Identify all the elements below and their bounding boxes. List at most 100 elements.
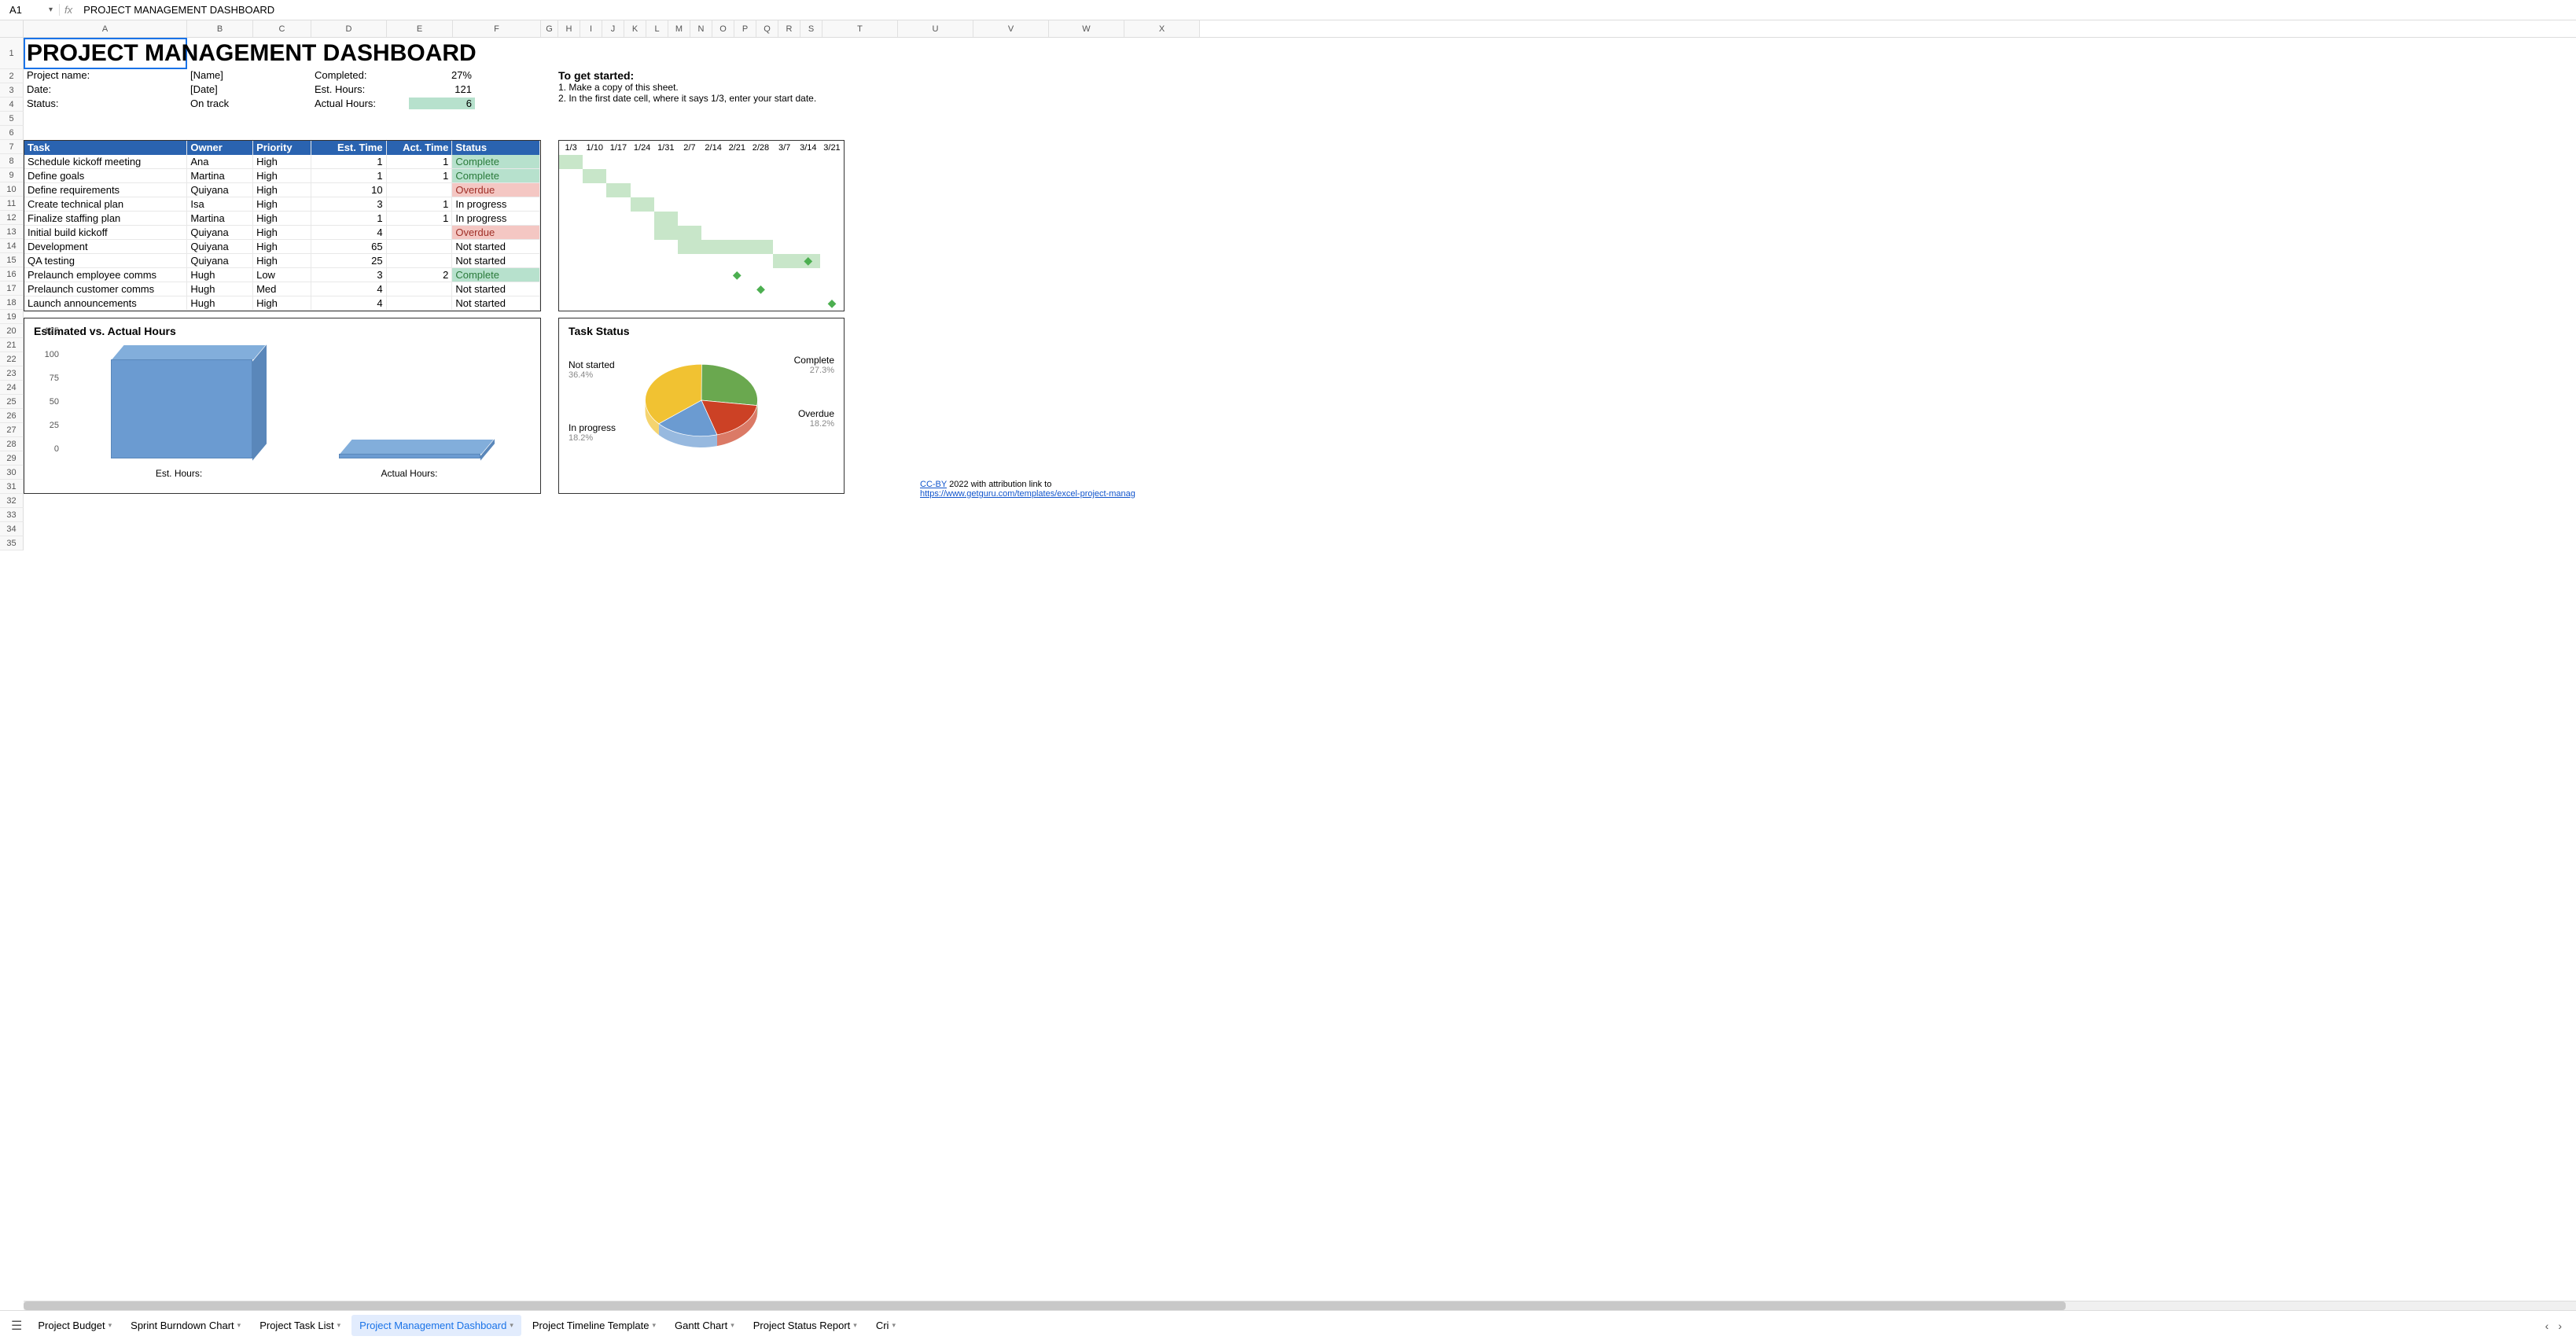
attribution-url-link[interactable]: https://www.getguru.com/templates/excel-… [920,489,1135,499]
column-header-K[interactable]: K [624,20,646,37]
row-header-35[interactable]: 35 [0,536,24,550]
gantt-cell [749,212,772,226]
column-header-G[interactable]: G [541,20,558,37]
row-header-17[interactable]: 17 [0,282,24,296]
table-row[interactable]: Initial build kickoffQuiyanaHigh4Overdue [24,226,540,240]
row-header-2[interactable]: 2 [0,69,24,83]
row-header-16[interactable]: 16 [0,267,24,282]
formula-input[interactable] [83,4,2573,16]
row-header-8[interactable]: 8 [0,154,24,168]
table-row[interactable]: DevelopmentQuiyanaHigh65Not started [24,240,540,254]
row-header-33[interactable]: 33 [0,508,24,522]
sheet-tab[interactable]: Cri▾ [868,1315,903,1336]
column-header-H[interactable]: H [558,20,580,37]
column-header-I[interactable]: I [580,20,602,37]
column-header-F[interactable]: F [453,20,541,37]
gantt-cell [701,212,725,226]
row-header-28[interactable]: 28 [0,437,24,451]
tab-scroll-left-icon[interactable]: ‹ [2545,1320,2549,1332]
row-header-30[interactable]: 30 [0,466,24,480]
table-row[interactable]: Define goalsMartinaHigh11Complete [24,169,540,183]
column-header-L[interactable]: L [646,20,668,37]
horizontal-scrollbar[interactable] [24,1301,2576,1310]
row-header-26[interactable]: 26 [0,409,24,423]
row-header-18[interactable]: 18 [0,296,24,310]
row-header-12[interactable]: 12 [0,211,24,225]
row-header-24[interactable]: 24 [0,381,24,395]
sheet-tab[interactable]: Gantt Chart▾ [667,1315,742,1336]
row-header-20[interactable]: 20 [0,324,24,338]
row-header-7[interactable]: 7 [0,140,24,154]
sheet-tab[interactable]: Project Task List▾ [252,1315,348,1336]
row-header-1[interactable]: 1 [0,38,24,69]
name-box[interactable]: A1 [3,4,42,16]
column-header-U[interactable]: U [898,20,973,37]
table-row[interactable]: Create technical planIsaHigh31In progres… [24,197,540,212]
task-cell: Not started [452,254,540,267]
column-header-S[interactable]: S [800,20,822,37]
column-header-M[interactable]: M [668,20,690,37]
sheet-tab[interactable]: Project Management Dashboard▾ [351,1315,521,1336]
table-row[interactable]: Launch announcementsHughHigh4Not started [24,296,540,311]
row-header-31[interactable]: 31 [0,480,24,494]
column-header-B[interactable]: B [187,20,253,37]
column-header-N[interactable]: N [690,20,712,37]
row-header-21[interactable]: 21 [0,338,24,352]
select-all-corner[interactable] [0,20,24,37]
column-header-J[interactable]: J [602,20,624,37]
gantt-cell [797,212,820,226]
row-header-22[interactable]: 22 [0,352,24,366]
task-header-2: Priority [253,141,311,155]
row-header-14[interactable]: 14 [0,239,24,253]
column-header-T[interactable]: T [822,20,898,37]
cells-area[interactable]: PROJECT MANAGEMENT DASHBOARD To get star… [24,38,2576,550]
table-row[interactable]: Prelaunch employee commsHughLow32Complet… [24,268,540,282]
column-header-V[interactable]: V [973,20,1049,37]
task-cell: 1 [387,155,453,168]
column-header-D[interactable]: D [311,20,387,37]
attribution-license-link[interactable]: CC-BY [920,480,947,489]
sheet-tab[interactable]: Sprint Burndown Chart▾ [123,1315,248,1336]
sheet-tab[interactable]: Project Timeline Template▾ [524,1315,664,1336]
column-header-C[interactable]: C [253,20,311,37]
task-header-0: Task [24,141,187,155]
all-sheets-menu-icon[interactable]: ☰ [6,1313,27,1338]
row-header-11[interactable]: 11 [0,197,24,211]
namebox-dropdown-icon[interactable]: ▾ [49,6,53,14]
task-cell: Prelaunch employee comms [24,268,187,282]
row-header-25[interactable]: 25 [0,395,24,409]
column-header-A[interactable]: A [24,20,187,37]
column-header-X[interactable]: X [1124,20,1200,37]
column-header-E[interactable]: E [387,20,453,37]
gantt-row [559,169,844,183]
row-header-4[interactable]: 4 [0,98,24,112]
table-row[interactable]: Schedule kickoff meetingAnaHigh11Complet… [24,155,540,169]
row-header-6[interactable]: 6 [0,126,24,140]
table-row[interactable]: Finalize staffing planMartinaHigh11In pr… [24,212,540,226]
sheet-tab[interactable]: Project Status Report▾ [745,1315,865,1336]
row-header-29[interactable]: 29 [0,451,24,466]
column-header-R[interactable]: R [778,20,800,37]
column-header-O[interactable]: O [712,20,734,37]
table-row[interactable]: Prelaunch customer commsHughMed4Not star… [24,282,540,296]
fx-icon[interactable]: fx [59,4,77,16]
row-header-32[interactable]: 32 [0,494,24,508]
row-header-15[interactable]: 15 [0,253,24,267]
row-header-34[interactable]: 34 [0,522,24,536]
row-header-3[interactable]: 3 [0,83,24,98]
tab-scroll-right-icon[interactable]: › [2558,1320,2562,1332]
sheet-tab[interactable]: Project Budget▾ [30,1315,120,1336]
row-header-23[interactable]: 23 [0,366,24,381]
column-header-P[interactable]: P [734,20,756,37]
scrollbar-thumb[interactable] [24,1301,2066,1310]
row-header-5[interactable]: 5 [0,112,24,126]
column-header-W[interactable]: W [1049,20,1124,37]
table-row[interactable]: Define requirementsQuiyanaHigh10Overdue [24,183,540,197]
row-header-13[interactable]: 13 [0,225,24,239]
row-header-19[interactable]: 19 [0,310,24,324]
column-header-Q[interactable]: Q [756,20,778,37]
table-row[interactable]: QA testingQuiyanaHigh25Not started [24,254,540,268]
row-header-10[interactable]: 10 [0,182,24,197]
row-header-27[interactable]: 27 [0,423,24,437]
row-header-9[interactable]: 9 [0,168,24,182]
